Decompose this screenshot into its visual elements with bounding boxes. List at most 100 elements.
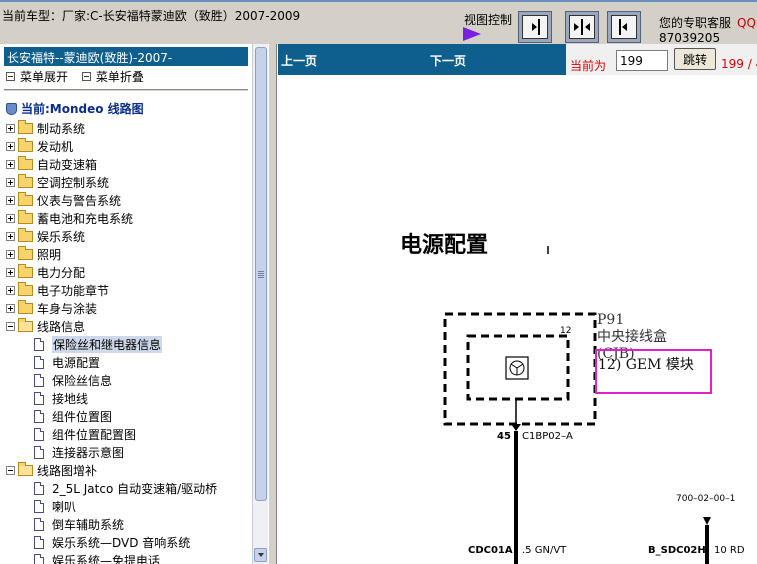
tree-item-folder[interactable]: 自动变速箱 (6, 155, 250, 173)
collapse-icon (81, 72, 91, 81)
expand-toggle-icon[interactable] (6, 159, 15, 169)
tree-item-folder[interactable]: 线路图增补 (6, 461, 250, 479)
pin-number: 45 (497, 431, 511, 442)
tree-item-folder[interactable]: 电力分配 (6, 263, 250, 281)
wire-right-label: B_SDC02H (648, 545, 706, 556)
expand-toggle-icon[interactable] (6, 303, 15, 313)
shield-icon (6, 102, 17, 115)
scroll-down-button[interactable] (254, 548, 267, 562)
splice-label: 700–02–00–1 (676, 494, 735, 504)
view-control-label: 视图控制 (464, 13, 513, 27)
tree-item-folder[interactable]: 蓄电池和充电系统 (6, 209, 250, 227)
tree-item-folder[interactable]: 发动机 (6, 137, 250, 155)
document-icon (34, 355, 44, 369)
expand-toggle-icon[interactable] (6, 141, 15, 151)
support-phone: 87039205 (659, 31, 721, 44)
wire-left-label: CDC01A (468, 545, 513, 556)
next-page-link[interactable]: 下一页 (430, 52, 466, 69)
tree-item-label: 保险丝信息 (52, 373, 113, 388)
divider (4, 89, 248, 91)
view-split-button[interactable] (565, 11, 599, 43)
tree-item-folder[interactable]: 制动系统 (6, 119, 250, 137)
tree-item-label: 娱乐系统—DVD 音响系统 (52, 535, 191, 550)
collapse-toggle-icon[interactable] (6, 321, 15, 331)
folder-icon (18, 245, 33, 260)
view-right-panel-button[interactable] (518, 11, 552, 43)
tree-item-doc[interactable]: 娱乐系统—DVD 音响系统 (6, 533, 250, 551)
navigation-panel: 长安福特--蒙迪欧(致胜)-2007- 菜单展开 菜单折叠 当前:Mondeo … (0, 44, 277, 564)
folder-icon (18, 263, 33, 278)
document-icon (34, 445, 44, 459)
tree-item-label: 发动机 (37, 139, 74, 154)
wiring-diagram: 电源配置 12 P91 中央接线盒 (CJB) 12) GEM 模块 45 C1… (400, 232, 745, 564)
tree-item-label: 蓄电池和充电系统 (37, 211, 134, 226)
expand-toggle-icon[interactable] (6, 213, 15, 223)
view-left-panel-button[interactable] (607, 11, 641, 43)
collapse-toggle-icon[interactable] (6, 465, 15, 475)
folder-icon (18, 137, 33, 152)
page-count: 199 / 4 (721, 57, 757, 71)
tree-item-folder[interactable]: 电子功能章节 (6, 281, 250, 299)
tree-item-label: 车身与涂装 (37, 301, 98, 316)
folder-icon (18, 209, 33, 224)
splice-arrow-icon (703, 517, 711, 525)
tree-scrollbar[interactable] (252, 44, 268, 564)
tree-item-doc[interactable]: 2_5L Jatco 自动变速箱/驱动桥 (6, 479, 250, 497)
page-jump-box: 当前为 跳转 199 / 4 (566, 44, 757, 75)
jump-button[interactable]: 跳转 (674, 48, 716, 70)
tree-item-doc[interactable]: 接地线 (6, 389, 250, 407)
support-qq-link[interactable]: QQ (737, 16, 756, 30)
tree-item-folder[interactable]: 娱乐系统 (6, 227, 250, 245)
tree-item-doc[interactable]: 保险丝信息 (6, 371, 250, 389)
tree-item-doc[interactable]: 娱乐系统—免提电话 (6, 551, 250, 564)
panel-splitter[interactable] (268, 44, 277, 564)
folder-icon (18, 173, 33, 188)
toolbar-accent-stripe (0, 0, 757, 2)
tree-item-label: 线路图增补 (37, 463, 98, 478)
tree-item-doc[interactable]: 倒车辅助系统 (6, 515, 250, 533)
collapse-menu-button[interactable]: 菜单折叠 (81, 68, 144, 85)
tree-item-label: 空调控制系统 (37, 175, 110, 190)
tree-item-label: 电源配置 (52, 355, 101, 370)
tree-item-label: 仪表与警告系统 (37, 193, 122, 208)
tree-item-folder[interactable]: 照明 (6, 245, 250, 263)
tree-item-doc[interactable]: 连接器示意图 (6, 443, 250, 461)
page-number-input[interactable] (616, 50, 668, 71)
expand-toggle-icon[interactable] (6, 285, 15, 295)
previous-page-link[interactable]: 上一页 (281, 52, 317, 69)
expand-toggle-icon[interactable] (6, 195, 15, 205)
tree-item-label: 保险丝和继电器信息 (52, 335, 163, 353)
document-viewer: 上一页 下一页 当前为 跳转 199 / 4 电源配置 12 P91 中央接线盒… (278, 44, 757, 564)
tree-item-doc[interactable]: 组件位置配置图 (6, 425, 250, 443)
gem-module-label: 12) GEM 模块 (598, 357, 694, 373)
tree-item-doc[interactable]: 组件位置图 (6, 407, 250, 425)
expand-toggle-icon[interactable] (6, 249, 15, 259)
document-icon (34, 391, 44, 405)
scrollbar-thumb[interactable] (255, 47, 267, 501)
tree-item-folder[interactable]: 空调控制系统 (6, 173, 250, 191)
tree-item-label: 制动系统 (37, 121, 86, 136)
tree-item-label: 组件位置图 (52, 409, 113, 424)
expand-toggle-icon[interactable] (6, 177, 15, 187)
tree-item-label: 倒车辅助系统 (52, 517, 125, 532)
support-text: 您的专职客服 (659, 16, 732, 30)
module-name: 中央接线盒 (597, 328, 667, 345)
tree-item-doc[interactable]: 电源配置 (6, 353, 250, 371)
tree-item-folder[interactable]: 车身与涂装 (6, 299, 250, 317)
tree-item-folder[interactable]: 仪表与警告系统 (6, 191, 250, 209)
tree-item-folder[interactable]: 线路信息 (6, 317, 250, 335)
top-toolbar: 当前车型：厂家:C-长安福特蒙迪欧（致胜）2007-2009 视图控制 您的专职… (0, 0, 757, 44)
tree-item-doc[interactable]: 喇叭 (6, 497, 250, 515)
document-icon (34, 535, 44, 549)
expand-toggle-icon[interactable] (6, 231, 15, 241)
expand-menu-button[interactable]: 菜单展开 (6, 68, 68, 85)
tree-item-label: 喇叭 (52, 499, 77, 514)
panels-split-icon (574, 19, 590, 35)
expand-toggle-icon[interactable] (6, 123, 15, 133)
current-page-label: 当前为 (570, 59, 607, 73)
expand-toggle-icon[interactable] (6, 267, 15, 277)
tree-item-doc[interactable]: 保险丝和继电器信息 (6, 335, 250, 353)
tree-item-label: 线路信息 (37, 319, 86, 334)
tree-item-label: 接地线 (52, 391, 89, 406)
support-label: 您的专职客服 QQ (659, 14, 756, 31)
